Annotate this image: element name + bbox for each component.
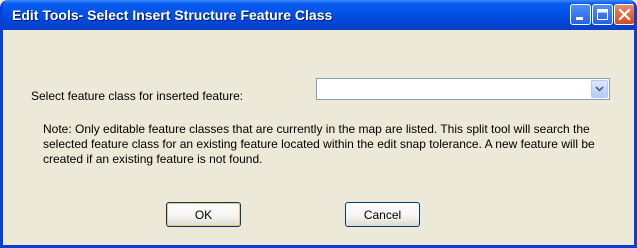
feature-class-label: Select feature class for inserted featur… [31,89,244,103]
help-note: Note: Only editable feature classes that… [43,122,595,166]
dialog-window: Edit Tools- Select Insert Structure Feat… [0,0,637,248]
ok-button[interactable]: OK [166,202,241,227]
maximize-icon [597,9,608,20]
cancel-button[interactable]: Cancel [345,202,420,227]
close-button[interactable] [614,4,634,25]
close-icon [618,8,631,21]
feature-class-dropdown[interactable] [316,78,610,100]
dropdown-toggle-button[interactable] [591,80,608,98]
window-title: Edit Tools- Select Insert Structure Feat… [12,7,333,23]
minimize-button[interactable] [570,4,591,25]
maximize-button[interactable] [592,4,613,25]
minimize-icon [576,17,583,20]
title-bar[interactable]: Edit Tools- Select Insert Structure Feat… [3,0,634,30]
chevron-down-icon [595,86,604,92]
dialog-content: Select feature class for inserted featur… [3,30,634,245]
